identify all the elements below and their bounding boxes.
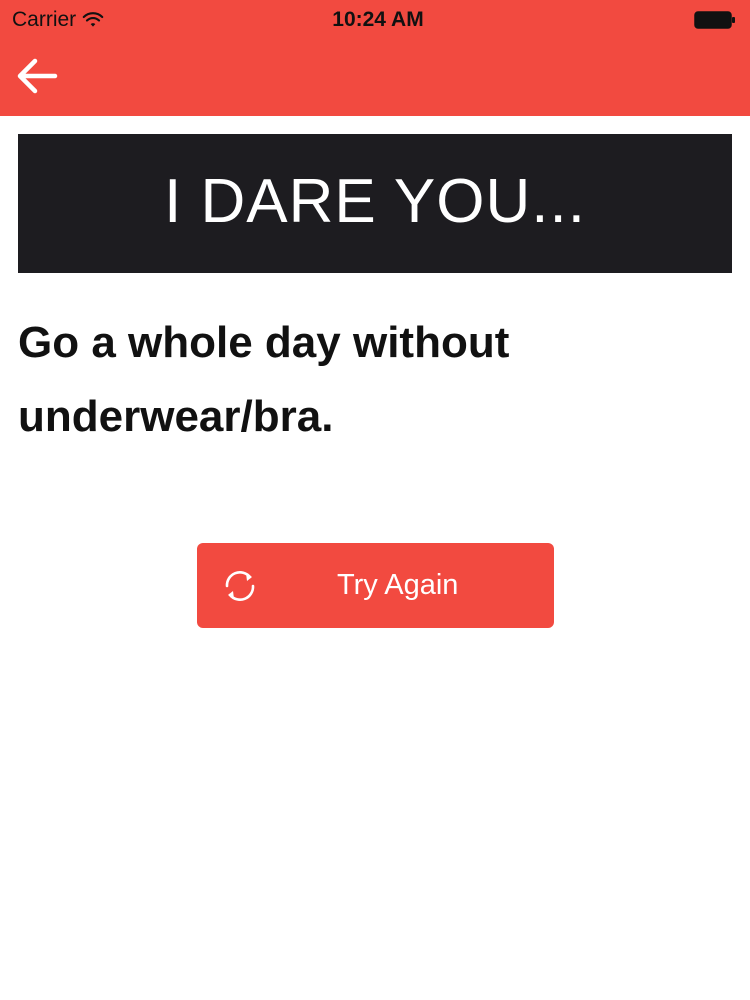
dare-text: Go a whole day without underwear/bra. xyxy=(18,318,510,441)
status-bar: Carrier 10:24 AM xyxy=(0,0,750,40)
try-again-button[interactable]: Try Again xyxy=(197,543,554,628)
back-button[interactable] xyxy=(12,54,62,98)
app-screen: Carrier 10:24 AM I DARE YOU... Go a whol… xyxy=(0,0,750,1000)
refresh-icon xyxy=(225,570,255,602)
header: Carrier 10:24 AM xyxy=(0,0,750,116)
arrow-left-icon xyxy=(17,58,58,94)
status-time: 10:24 AM xyxy=(332,8,424,31)
dare-banner: I DARE YOU... xyxy=(18,134,732,273)
battery-icon xyxy=(694,11,735,29)
banner-title: I DARE YOU... xyxy=(164,167,586,236)
try-again-label: Try Again xyxy=(337,569,459,601)
